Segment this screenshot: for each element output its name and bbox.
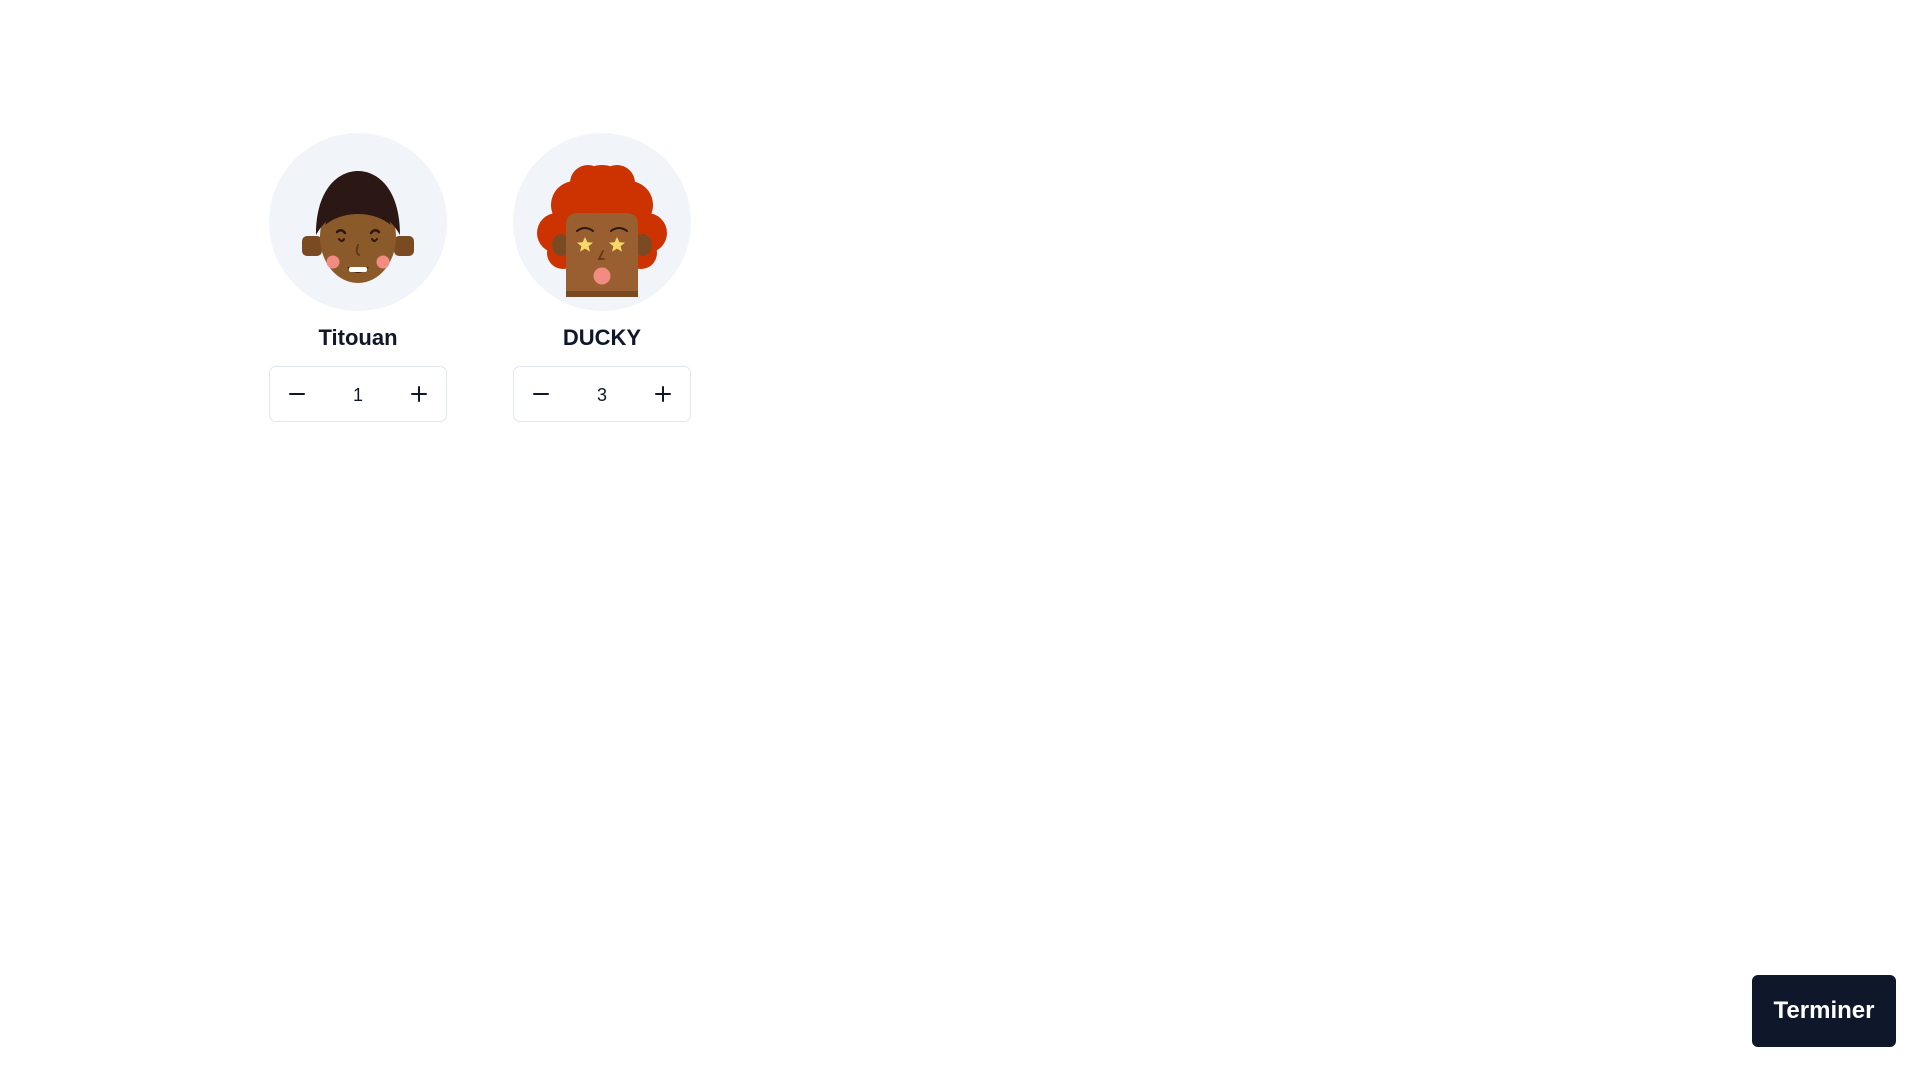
player-card: DUCKY 3 (513, 133, 691, 422)
plus-icon (411, 386, 427, 402)
avatar (513, 133, 691, 311)
quantity-value: 3 (596, 385, 607, 405)
finish-button[interactable]: Terminer (1752, 975, 1896, 1047)
decrement-button[interactable] (270, 367, 324, 421)
player-card: Titouan 1 (269, 133, 447, 422)
minus-icon (533, 393, 549, 395)
minus-icon (289, 393, 305, 395)
player-name: DUCKY (562, 325, 642, 350)
avatar-dark-hair-smiling-icon (302, 171, 414, 283)
decrement-button[interactable] (514, 367, 568, 421)
avatar (269, 133, 447, 311)
player-name: Titouan (318, 325, 398, 350)
player-list: Titouan 1 DUCKY 3 (269, 133, 691, 422)
increment-button[interactable] (636, 367, 690, 421)
page: Titouan 1 DUCKY 3 Terminer (0, 0, 1920, 1080)
quantity-stepper[interactable]: 1 (269, 366, 447, 422)
quantity-value: 1 (352, 385, 363, 405)
plus-icon (655, 386, 671, 402)
avatar-red-curly-hair-star-eyes-icon (537, 165, 667, 297)
quantity-stepper[interactable]: 3 (513, 366, 691, 422)
increment-button[interactable] (392, 367, 446, 421)
